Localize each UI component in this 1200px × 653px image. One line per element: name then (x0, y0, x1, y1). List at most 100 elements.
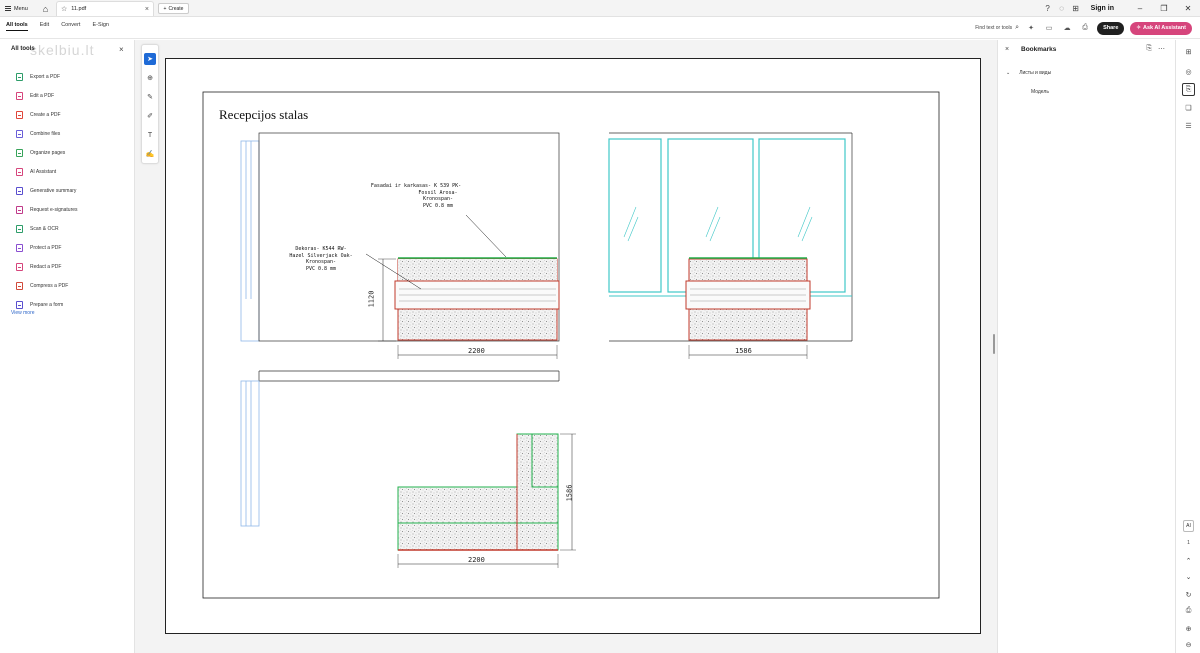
compress-pdf-icon (16, 281, 23, 290)
tool-combine-files[interactable]: Combine files (16, 124, 78, 143)
comment-panel-icon[interactable]: ◎ (1182, 65, 1195, 78)
tool-ai-assistant[interactable]: AI Assistant (16, 162, 78, 181)
annotation-line: PVC 0.8 mm (305, 265, 337, 272)
drawing-frame (202, 91, 940, 599)
dimension-plan-depth: 1586 (565, 484, 574, 502)
tool-label: Edit a PDF (30, 92, 55, 99)
panel-title: All tools (11, 46, 35, 52)
ai-tools-icon[interactable]: ✦ (1025, 22, 1037, 34)
fit-page-icon[interactable]: ⎙ (1182, 604, 1195, 617)
redact-pdf-icon (16, 262, 23, 271)
create-button[interactable]: + Create (158, 3, 189, 14)
tool-label: AI Assistant (30, 168, 57, 175)
bookmark-label: Листы и виды (1019, 70, 1052, 76)
tool-request-esignatures[interactable]: Request e-signatures (16, 200, 78, 219)
annotation-line: Fasadai ir karkasas- K 539 PK- (370, 183, 462, 189)
sign-in-button[interactable]: Sign in (1091, 5, 1114, 12)
view-more-link[interactable]: View more (11, 310, 35, 316)
tab-edit[interactable]: Edit (40, 22, 49, 31)
prepare-form-icon (16, 300, 23, 309)
restore-icon[interactable]: ❐ (1152, 0, 1176, 17)
close-panel-icon[interactable]: × (119, 45, 124, 54)
bookmark-panel-icon[interactable]: ⎘ (1182, 83, 1195, 96)
tool-redact-pdf[interactable]: Redact a PDF (16, 257, 78, 276)
bookmark-group[interactable]: ⌄ Листы и виды (1006, 70, 1051, 76)
apps-grid-icon[interactable]: ⊞ (1069, 0, 1083, 17)
panel-resize-handle[interactable] (993, 334, 995, 354)
page-number: 1 (1187, 540, 1190, 546)
layers-icon[interactable]: ☰ (1182, 119, 1195, 132)
plus-icon: + (163, 5, 167, 12)
dimension-plan-width: 2200 (468, 556, 485, 564)
help-icon[interactable]: ? (1041, 0, 1055, 17)
text-tool-icon[interactable]: T (144, 129, 156, 141)
tab-title: 11.pdf (71, 6, 87, 12)
pdf-page: Recepcijos stalas Fasadai ir karkasas- K… (165, 58, 981, 634)
more-tools-icon[interactable]: ⊞ (1182, 45, 1195, 58)
share-button[interactable]: Share (1097, 21, 1125, 35)
tool-label: Generative summary (30, 187, 77, 194)
pages-panel-icon[interactable]: ❏ (1182, 101, 1195, 114)
tool-scan-ocr[interactable]: Scan & OCR (16, 219, 78, 238)
page-down-icon[interactable]: ⌄ (1182, 570, 1195, 583)
tool-label: Prepare a form (30, 301, 64, 308)
quick-tools-strip: ➤ ⊕ ✎ ✐ T ✍ (141, 44, 159, 164)
tab-esign[interactable]: E-Sign (92, 22, 109, 31)
bookmark-model[interactable]: Модель (1031, 89, 1049, 95)
title-bar: Menu ⌂ ☆ 11.pdf × + Create ? ◌ ⊞ Sign in… (0, 0, 1200, 17)
rotate-icon[interactable]: ↻ (1182, 588, 1195, 601)
zoom-out-icon[interactable]: ⊖ (1182, 638, 1195, 651)
protect-pdf-icon (16, 243, 23, 252)
highlight-pen-icon[interactable]: ✎ (144, 91, 156, 103)
tool-export-pdf[interactable]: Export a PDF (16, 67, 78, 86)
find-text-tools[interactable]: Find text or tools ⌕ (975, 24, 1019, 32)
zoom-icon[interactable]: ⊕ (144, 72, 156, 84)
tab-convert[interactable]: Convert (61, 22, 80, 31)
side-elevation (608, 132, 853, 359)
tool-compress-pdf[interactable]: Compress a PDF (16, 276, 78, 295)
close-tab-icon[interactable]: × (145, 6, 149, 13)
draw-icon[interactable]: ✐ (144, 110, 156, 122)
tool-label: Redact a PDF (30, 263, 62, 270)
menu-button[interactable]: Menu (5, 3, 28, 14)
menubar-right: Find text or tools ⌕ ✦ ▭ ☁ ⎙ Share ✧ Ask… (975, 20, 1192, 36)
combine-files-icon (16, 129, 23, 138)
right-rail: ⊞ ◎ ⎘ ❏ ☰ AI 1 ⌃ ⌄ ↻ ⎙ ⊕ ⊖ (1175, 40, 1200, 653)
tool-label: Compress a PDF (30, 282, 69, 289)
comment-icon[interactable]: ▭ (1043, 22, 1055, 34)
add-bookmark-icon[interactable]: ⎘ (1146, 45, 1152, 53)
ai-assistant-icon (16, 167, 23, 176)
print-icon[interactable]: ⎙ (1079, 22, 1091, 34)
tool-protect-pdf[interactable]: Protect a PDF (16, 238, 78, 257)
tool-label: Create a PDF (30, 111, 61, 118)
close-bookmarks-icon[interactable]: × (1005, 46, 1009, 53)
select-cursor-icon[interactable]: ➤ (144, 53, 156, 65)
ai-summary-button[interactable]: AI (1183, 520, 1194, 532)
signature-icon[interactable]: ✍ (144, 148, 156, 160)
document-viewport[interactable]: Recepcijos stalas Fasadai ir karkasas- K… (135, 40, 997, 653)
ai-label: Ask AI Assistant (1143, 25, 1186, 31)
document-tab[interactable]: ☆ 11.pdf × (56, 1, 154, 16)
tool-organize-pages[interactable]: Organize pages (16, 143, 78, 162)
tool-edit-pdf[interactable]: Edit a PDF (16, 86, 78, 105)
save-cloud-icon[interactable]: ☁ (1061, 22, 1073, 34)
more-options-icon[interactable]: ⋯ (1158, 45, 1165, 53)
notifications-icon[interactable]: ◌ (1055, 0, 1069, 17)
request-esignatures-icon (16, 205, 23, 214)
plan-view (240, 370, 576, 568)
annotation-line: PVC 0.8 mm (422, 202, 454, 209)
dimension-height: 1120 (367, 290, 376, 308)
close-window-icon[interactable]: ✕ (1176, 0, 1200, 17)
tool-label: Scan & OCR (30, 225, 59, 232)
home-icon[interactable]: ⌂ (40, 3, 51, 14)
titlebar-right: ? ◌ ⊞ Sign in – ❐ ✕ (1041, 0, 1200, 17)
tab-all-tools[interactable]: All tools (6, 22, 28, 31)
ask-ai-assistant-button[interactable]: ✧ Ask AI Assistant (1130, 21, 1192, 35)
minimize-icon[interactable]: – (1128, 0, 1152, 17)
star-icon[interactable]: ☆ (61, 5, 67, 13)
page-up-icon[interactable]: ⌃ (1182, 554, 1195, 567)
chevron-down-icon[interactable]: ⌄ (1006, 70, 1010, 76)
tool-create-pdf[interactable]: Create a PDF (16, 105, 78, 124)
tool-generative-summary[interactable]: Generative summary (16, 181, 78, 200)
zoom-in-icon[interactable]: ⊕ (1182, 622, 1195, 635)
